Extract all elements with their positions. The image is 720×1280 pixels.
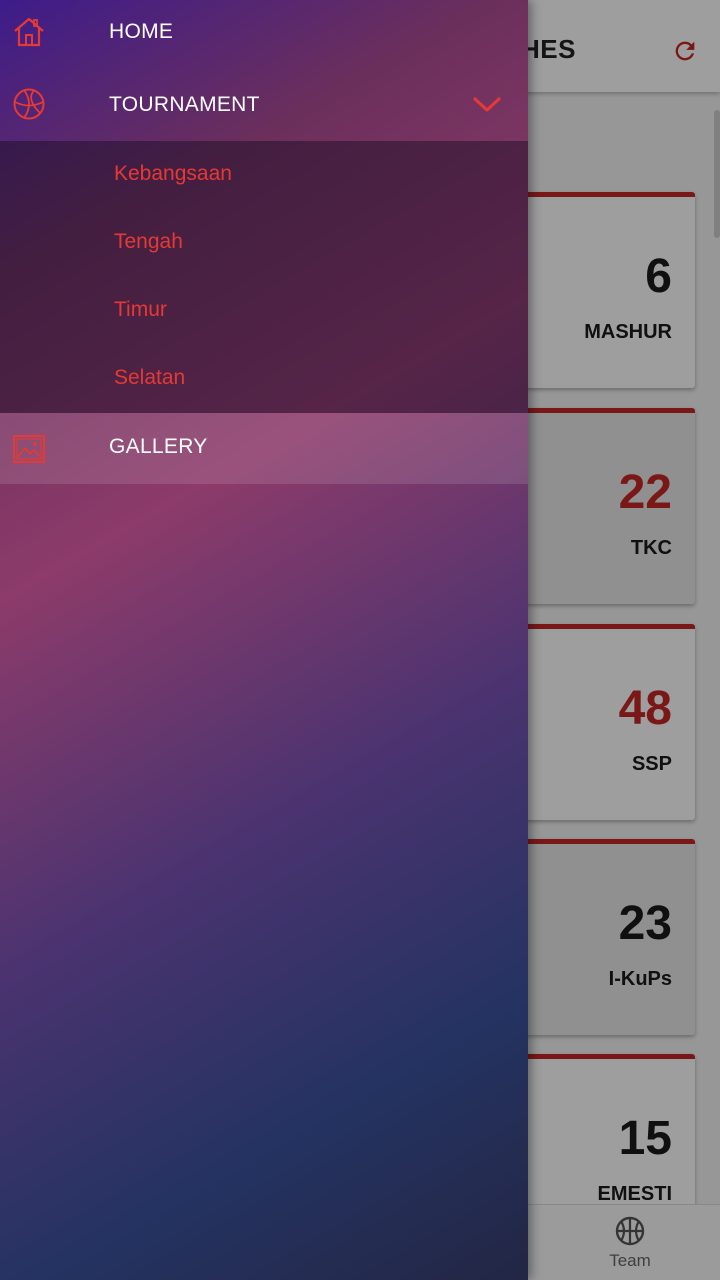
- chevron-down-icon[interactable]: [472, 95, 502, 115]
- drawer-item-tournament[interactable]: TOURNAMENT: [0, 68, 528, 140]
- submenu-item-timur[interactable]: Timur: [114, 298, 167, 322]
- drawer-item-home[interactable]: HOME: [0, 0, 528, 64]
- submenu-item-selatan[interactable]: Selatan: [114, 366, 185, 390]
- navigation-drawer: HOME TOURNAMENT Kebangsaan Tengah Timur …: [0, 0, 528, 1280]
- basketball-icon: [13, 88, 45, 120]
- drawer-item-gallery-label: GALLERY: [109, 435, 208, 458]
- drawer-item-home-label: HOME: [109, 20, 174, 43]
- submenu-item-tengah[interactable]: Tengah: [114, 230, 183, 254]
- tournament-submenu: Kebangsaan Tengah Timur Selatan: [0, 141, 528, 413]
- submenu-item-kebangsaan[interactable]: Kebangsaan: [114, 162, 232, 186]
- drawer-item-gallery[interactable]: GALLERY: [0, 413, 528, 484]
- home-icon: [14, 17, 44, 47]
- image-icon: [13, 435, 45, 463]
- drawer-item-tournament-label: TOURNAMENT: [109, 93, 260, 116]
